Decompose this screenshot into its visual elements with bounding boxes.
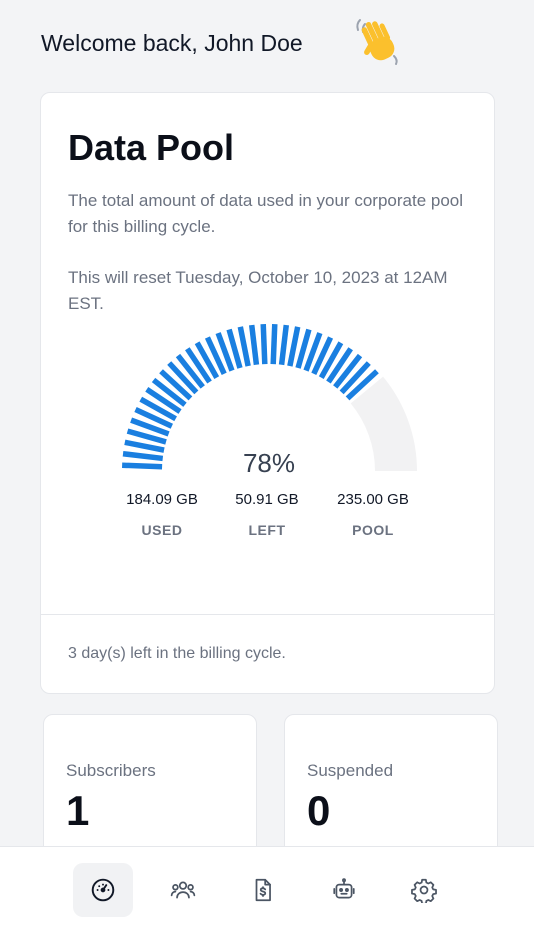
gauge-used-segment bbox=[278, 324, 290, 366]
gauge-used-segment bbox=[126, 428, 167, 445]
dashboard-gauge-icon bbox=[91, 878, 115, 902]
welcome-heading: Welcome back, John Doe bbox=[41, 30, 303, 56]
gauge-used-segment bbox=[248, 324, 260, 366]
gauge-used-segment bbox=[345, 369, 379, 401]
gauge-used-segment bbox=[326, 347, 353, 384]
subscribers-label: Subscribers bbox=[66, 761, 156, 780]
stat-pool-value: 235.00 GB bbox=[337, 491, 409, 508]
data-pool-reset-note: This will reset Tuesday, October 10, 202… bbox=[68, 268, 448, 313]
suspended-label: Suspended bbox=[307, 761, 394, 780]
tab-dashboard[interactable] bbox=[73, 863, 133, 917]
gauge-used-segment bbox=[139, 396, 177, 422]
gauge-used-segment bbox=[145, 387, 182, 414]
gauge-remaining-track bbox=[350, 376, 417, 471]
usage-percent: 78% bbox=[242, 448, 296, 478]
stat-used: 184.09 GB USED bbox=[102, 491, 222, 538]
stat-pool-label: POOL bbox=[352, 522, 394, 538]
gauge-used-segment bbox=[204, 336, 227, 375]
gauge-used-segment bbox=[295, 328, 312, 369]
gear-icon bbox=[411, 878, 437, 903]
stat-left-label: LEFT bbox=[248, 522, 286, 538]
gauge-used-segment bbox=[318, 341, 344, 379]
invoice-dollar-icon bbox=[255, 878, 271, 902]
data-pool-description: The total amount of data used in your co… bbox=[68, 191, 464, 236]
gauge-used-segment bbox=[303, 332, 323, 372]
gauge-used-segment bbox=[167, 361, 199, 395]
users-icon bbox=[170, 881, 196, 899]
gauge-used-segment bbox=[124, 439, 165, 453]
gauge-used-segment bbox=[270, 324, 278, 365]
stat-left: 50.91 GB LEFT bbox=[207, 491, 327, 538]
gauge-used-segment bbox=[159, 369, 193, 401]
data-pool-card: Data Pool The total amount of data used … bbox=[40, 92, 495, 694]
stat-used-label: USED bbox=[141, 522, 183, 538]
gauge-used-segment bbox=[339, 361, 371, 395]
gauge-used-segment bbox=[311, 336, 334, 375]
stat-left-value: 50.91 GB bbox=[235, 491, 299, 508]
stat-used-value: 184.09 GB bbox=[126, 491, 198, 508]
billing-cycle-note: 3 day(s) left in the billing cycle. bbox=[68, 645, 286, 662]
card-divider bbox=[41, 614, 494, 615]
subscribers-count: 1 bbox=[66, 787, 90, 834]
gauge-used-segment bbox=[287, 326, 301, 367]
robot-icon bbox=[333, 878, 355, 899]
gauge-used-segment bbox=[130, 417, 170, 437]
gauge-used-segment bbox=[122, 450, 164, 462]
gauge-used-segment bbox=[237, 326, 251, 367]
gauge-used-segment bbox=[134, 406, 173, 429]
tab-users[interactable] bbox=[153, 863, 213, 917]
suspended-count: 0 bbox=[307, 787, 331, 834]
gauge-used-segment bbox=[151, 377, 187, 407]
data-usage-gauge bbox=[122, 324, 417, 471]
gauge-used-segment bbox=[333, 353, 363, 389]
waving-hand-icon bbox=[356, 19, 398, 65]
stat-pool: 235.00 GB POOL bbox=[313, 491, 433, 538]
gauge-used-segment bbox=[194, 341, 220, 379]
tab-automation[interactable] bbox=[314, 863, 374, 917]
data-pool-title: Data Pool bbox=[68, 127, 235, 168]
gauge-used-segment bbox=[260, 324, 268, 365]
gauge-used-segment bbox=[215, 332, 235, 372]
gauge-used-segment bbox=[122, 462, 163, 470]
gauge-used-segment bbox=[185, 347, 212, 384]
tab-settings[interactable] bbox=[394, 863, 454, 917]
bottom-tab-bar bbox=[0, 846, 534, 951]
gauge-used-segment bbox=[175, 353, 205, 389]
gauge-used-segment bbox=[226, 328, 243, 369]
tab-invoices[interactable] bbox=[233, 863, 293, 917]
